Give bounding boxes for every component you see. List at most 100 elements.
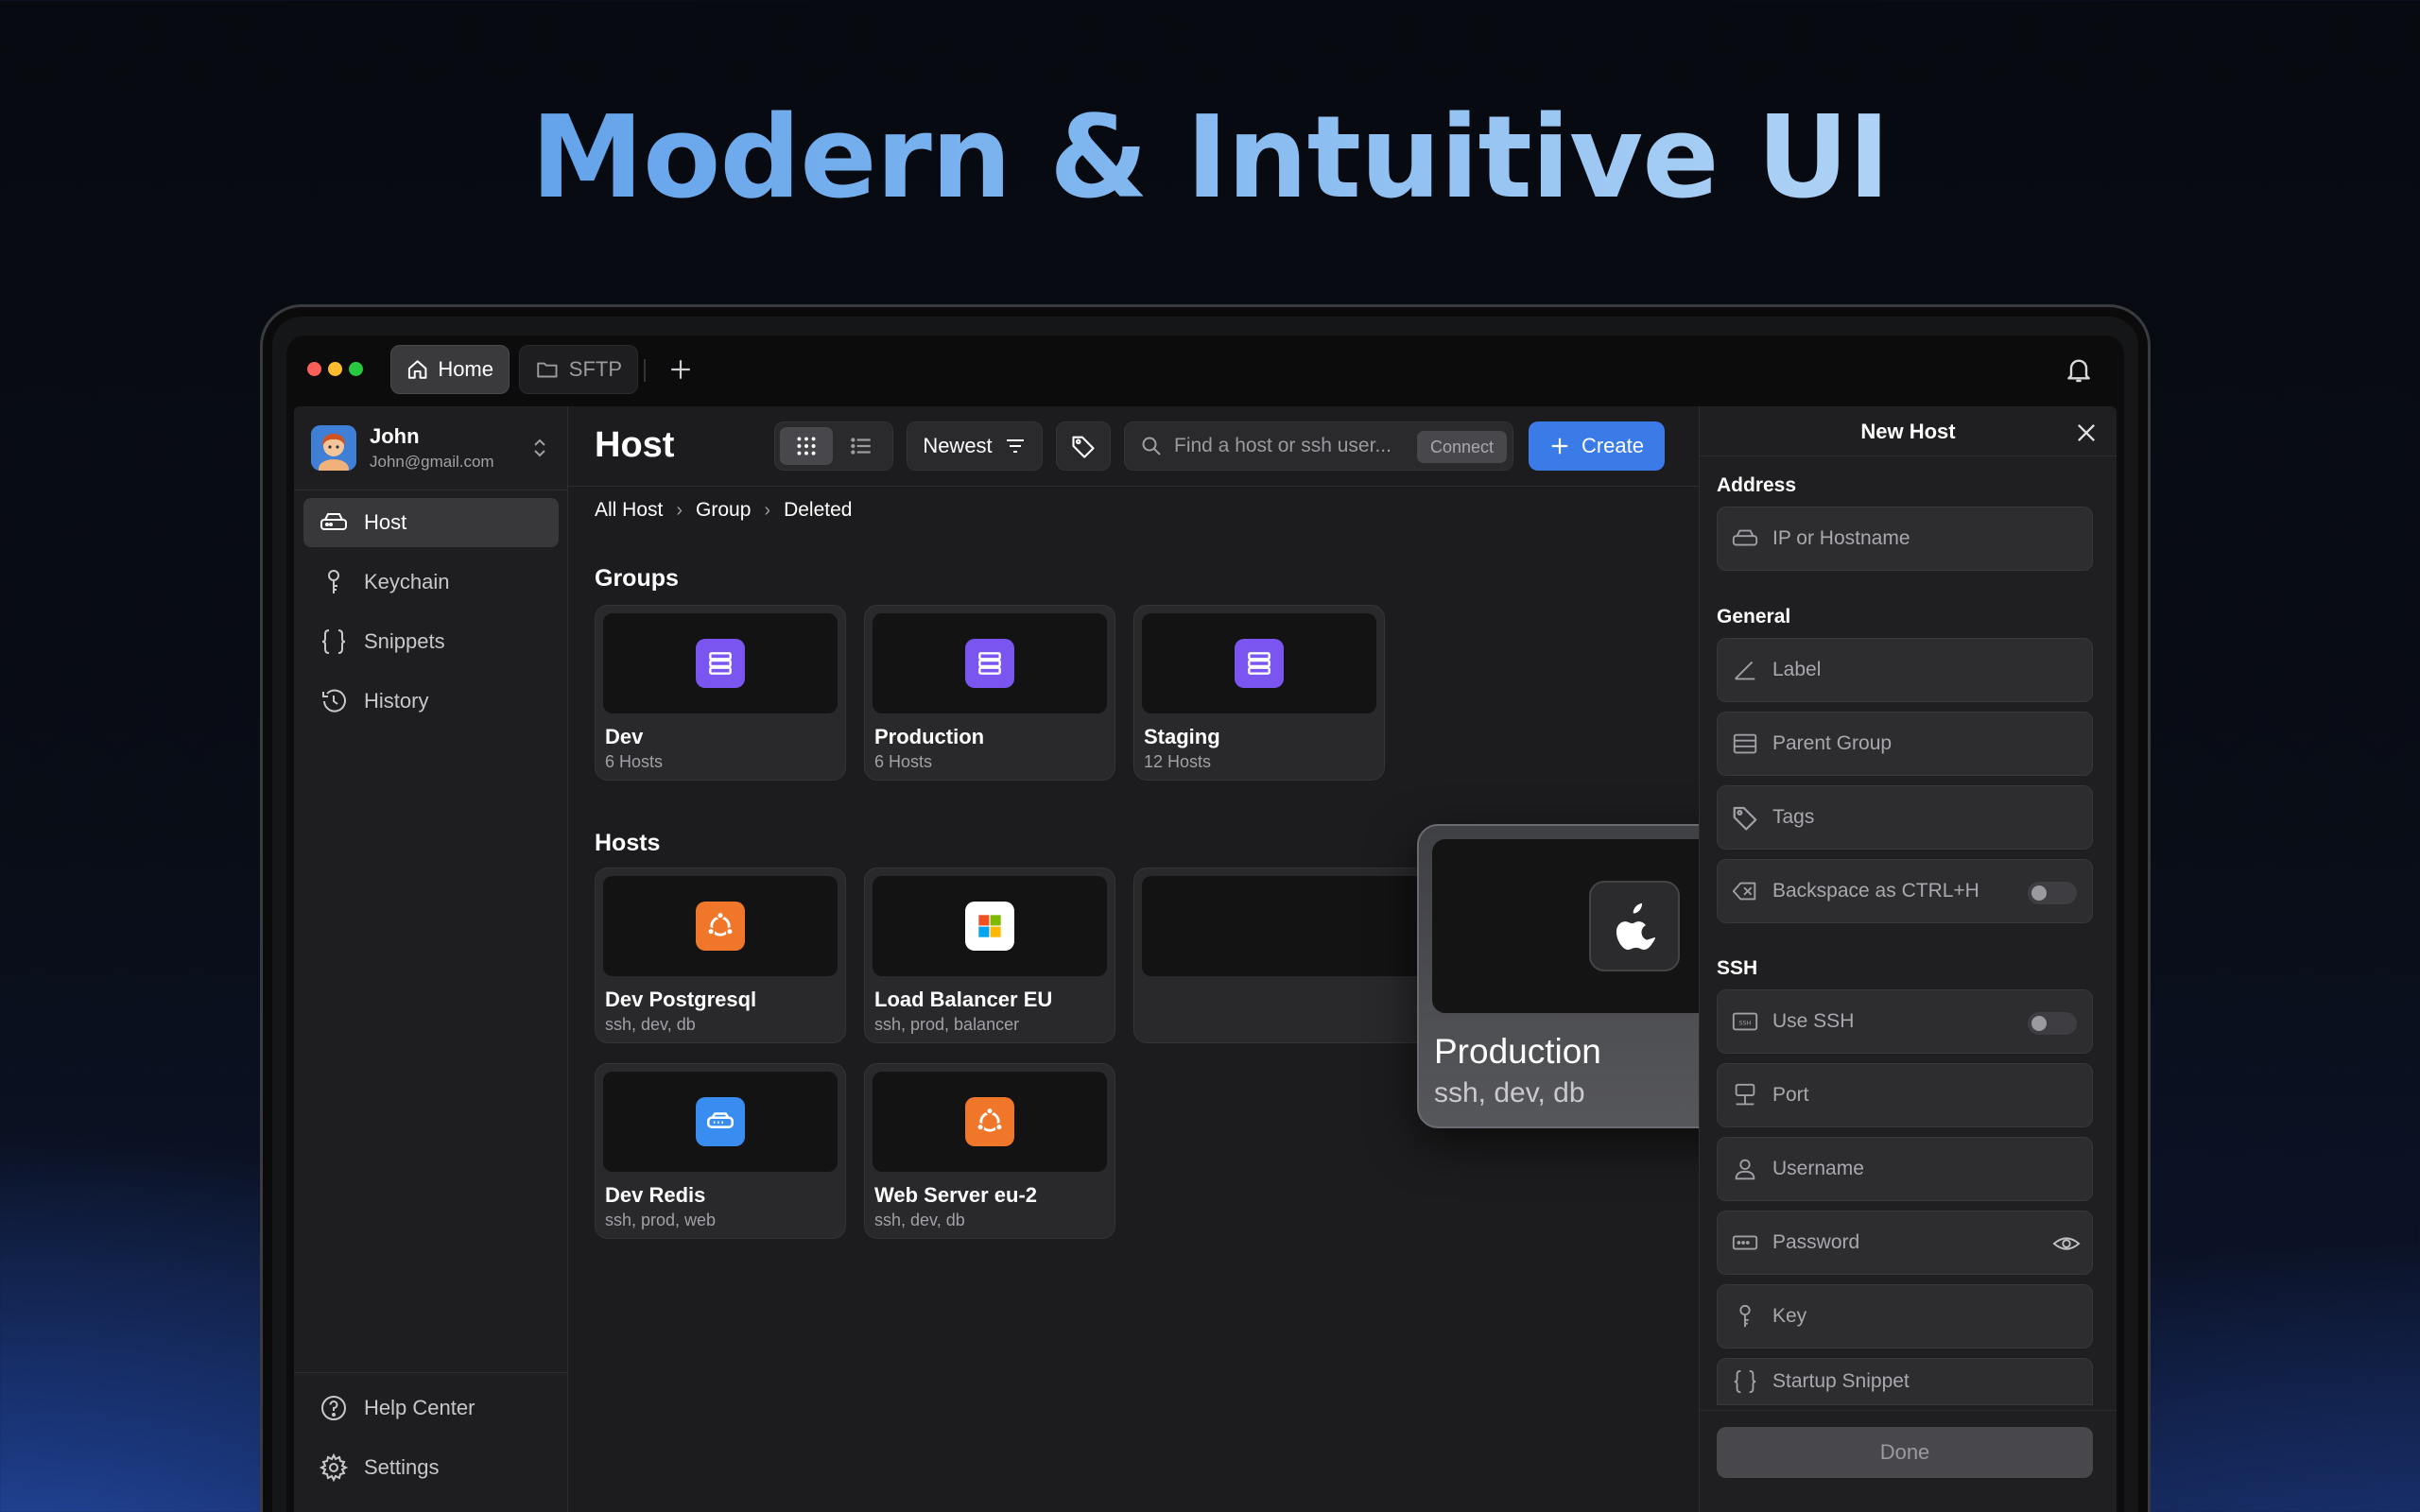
key-field[interactable]: Key — [1717, 1284, 2093, 1349]
user-name: John — [370, 424, 420, 448]
headline: Modern & Intuitive UI — [0, 93, 2420, 224]
password-field[interactable]: Password — [1717, 1211, 2093, 1275]
eye-icon[interactable] — [2052, 1229, 2081, 1258]
group-count: 12 Hosts — [1144, 752, 1212, 771]
sidebar-item-label: Help Center — [364, 1396, 475, 1419]
sidebar-item-label: History — [364, 689, 429, 713]
user-icon — [1735, 1159, 1755, 1180]
filter-lines-icon — [1006, 439, 1024, 453]
panel-title: New Host — [1860, 420, 1956, 443]
grid-view-button[interactable] — [780, 427, 833, 465]
list-view-button[interactable] — [835, 427, 888, 465]
username-field[interactable]: Username — [1717, 1137, 2093, 1201]
user-email: John@gmail.com — [370, 453, 494, 471]
connect-button[interactable]: Connect — [1416, 431, 1507, 463]
tag-filter-button[interactable] — [1056, 421, 1111, 471]
sort-label: Newest — [923, 434, 993, 457]
close-window-button[interactable] — [307, 362, 321, 376]
host-tags: ssh, dev, db — [605, 1015, 696, 1034]
create-button[interactable]: Create — [1529, 421, 1665, 471]
view-toggle — [774, 421, 893, 471]
address-heading: Address — [1717, 474, 1797, 496]
backspace-ctrl-h-toggle[interactable] — [2028, 882, 2077, 904]
address-field[interactable]: IP or Hostname — [1717, 507, 2093, 571]
sidebar-item-settings[interactable]: Settings — [303, 1443, 559, 1492]
maximize-window-button[interactable] — [349, 362, 363, 376]
server-icon — [696, 1097, 745, 1146]
chevron-right-icon: › — [676, 499, 683, 521]
sidebar-item-help-center[interactable]: Help Center — [303, 1383, 559, 1433]
sidebar-divider — [294, 1372, 567, 1373]
tags-field[interactable]: Tags — [1717, 785, 2093, 850]
user-switcher[interactable]: John John@gmail.com — [311, 421, 553, 474]
parent-group-field[interactable]: Parent Group — [1717, 712, 2093, 776]
host-card-load-balancer-eu[interactable]: Load Balancer EU ssh, prod, balancer — [864, 868, 1115, 1043]
sidebar: John John@gmail.com Host Keychain Snippe… — [294, 406, 568, 1512]
app-window: Home SFTP John John@gmail.com Host Keych… — [286, 335, 2124, 1512]
breadcrumb-all-host[interactable]: All Host — [595, 499, 663, 522]
address-placeholder: IP or Hostname — [1772, 527, 1910, 549]
tab-sftp[interactable]: SFTP — [519, 345, 638, 394]
label-field[interactable]: Label — [1717, 638, 2093, 702]
plus-icon — [1551, 438, 1568, 455]
general-heading: General — [1717, 606, 1791, 627]
ssh-icon: SSH — [1732, 1012, 1758, 1031]
hosts-heading: Hosts — [595, 830, 661, 856]
new-tab-button[interactable] — [660, 349, 701, 390]
pencil-icon — [1735, 661, 1755, 680]
home-icon — [407, 360, 427, 379]
ubuntu-icon — [965, 1097, 1014, 1146]
done-button[interactable]: Done — [1717, 1427, 2093, 1478]
sidebar-item-history[interactable]: History — [303, 677, 559, 726]
host-tags: ssh, dev, db — [1434, 1077, 1585, 1108]
search-input[interactable] — [1174, 435, 1401, 457]
search-bar: Connect — [1124, 421, 1513, 471]
gear-icon — [319, 1452, 349, 1483]
group-card-dev[interactable]: Dev 6 Hosts — [595, 605, 846, 781]
svg-text:SSH: SSH — [1738, 1019, 1751, 1026]
tab-home[interactable]: Home — [390, 345, 510, 394]
sidebar-item-label: Settings — [364, 1455, 440, 1479]
breadcrumb: All Host › Group › Deleted — [595, 499, 852, 522]
host-card-dev-postgresql[interactable]: Dev Postgresql ssh, dev, db — [595, 868, 846, 1043]
list-icon — [851, 438, 871, 455]
sidebar-item-host[interactable]: Host — [303, 498, 559, 547]
breadcrumb-group[interactable]: Group — [696, 499, 751, 522]
search-icon — [1142, 437, 1161, 455]
braces-icon — [1734, 1369, 1756, 1394]
host-card-dev-redis[interactable]: Dev Redis ssh, prod, web — [595, 1063, 846, 1239]
host-card-web-server-eu-2[interactable]: Web Server eu-2 ssh, dev, db — [864, 1063, 1115, 1239]
minimize-window-button[interactable] — [328, 362, 342, 376]
use-ssh-toggle[interactable] — [2028, 1012, 2077, 1035]
breadcrumb-deleted[interactable]: Deleted — [784, 499, 852, 522]
folder-icon — [537, 362, 558, 378]
group-name: Dev — [605, 725, 644, 748]
group-card-production[interactable]: Production 6 Hosts — [864, 605, 1115, 781]
ssh-heading: SSH — [1717, 957, 1758, 979]
key-icon — [1739, 1304, 1751, 1328]
tag-icon — [1733, 806, 1757, 831]
group-card-staging[interactable]: Staging 12 Hosts — [1133, 605, 1385, 781]
main-content: Host Newest Find a host or ssh user... C… — [568, 406, 1857, 1512]
bell-icon[interactable] — [2064, 354, 2094, 385]
history-icon — [322, 689, 346, 713]
page-title: Host — [595, 425, 675, 465]
group-count: 6 Hosts — [874, 752, 933, 771]
key-icon — [328, 570, 339, 593]
sidebar-item-snippets[interactable]: Snippets — [303, 617, 559, 666]
use-ssh-field: SSH Use SSH — [1717, 989, 2093, 1054]
tab-divider — [644, 359, 646, 382]
host-tags: ssh, dev, db — [874, 1211, 965, 1229]
startup-snippet-field[interactable]: Startup Snippet — [1717, 1358, 2093, 1405]
group-name: Staging — [1144, 725, 1220, 748]
help-icon — [321, 1396, 346, 1420]
group-name: Production — [874, 725, 985, 748]
backspace-ctrl-h-field: Backspace as CTRL+H — [1717, 859, 2093, 923]
sidebar-item-label: Snippets — [364, 629, 445, 653]
sidebar-item-keychain[interactable]: Keychain — [303, 558, 559, 607]
network-icon — [1735, 1083, 1755, 1106]
port-field[interactable]: Port — [1717, 1063, 2093, 1127]
close-icon[interactable] — [2073, 420, 2100, 446]
chevron-up-down-icon — [534, 438, 545, 457]
sort-dropdown[interactable]: Newest — [907, 421, 1043, 471]
